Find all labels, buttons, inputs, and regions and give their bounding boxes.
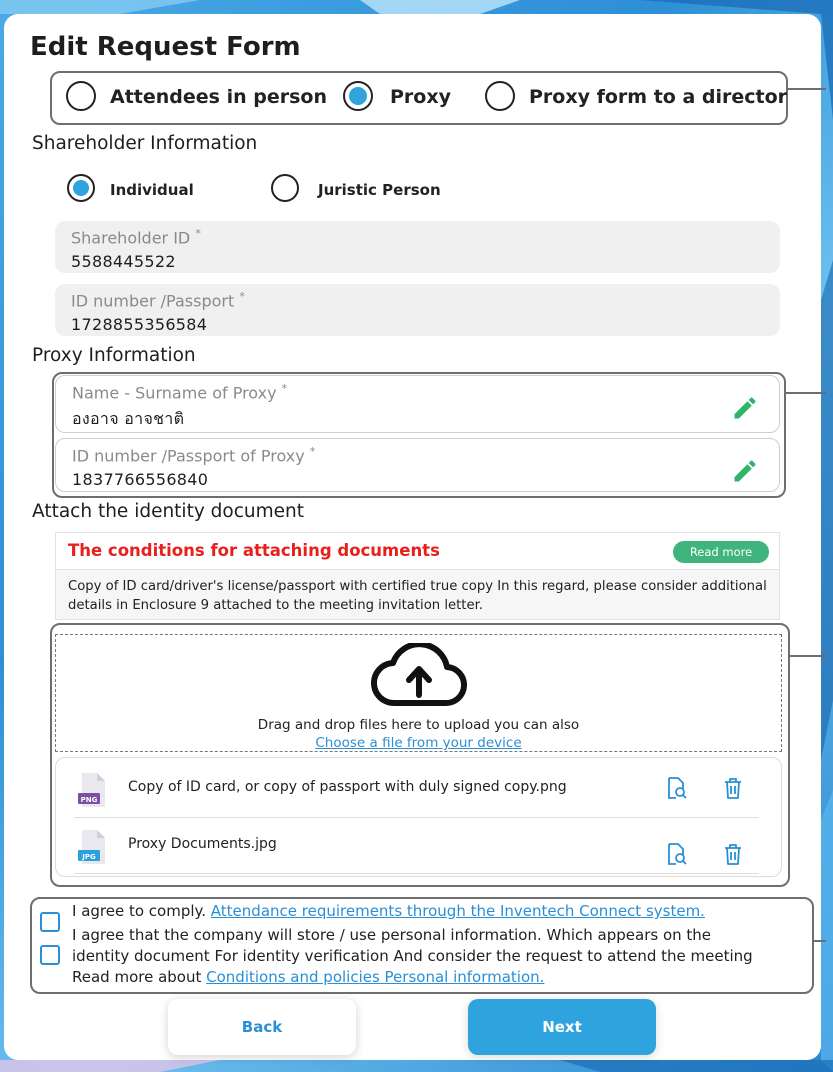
agree-personal-info-line3: Read more about Conditions and policies … (72, 968, 544, 986)
agree-personal-info-line1: I agree that the company will store / us… (72, 926, 712, 944)
radio-label-attendees-in-person[interactable]: Attendees in person (110, 86, 327, 108)
file-name: Proxy Documents.jpg (128, 836, 277, 852)
annotation-line (786, 88, 826, 90)
proxy-name-label: Name - Surname of Proxy (72, 383, 277, 403)
radio-juristic-person[interactable] (271, 174, 299, 202)
agree-requirements-label: I agree to comply. (72, 902, 211, 920)
agree-requirements-checkbox[interactable] (40, 912, 60, 932)
back-button[interactable]: Back (168, 999, 356, 1055)
proxy-name-field[interactable]: Name - Surname of Proxy * องอาจ อาจชาติ (55, 375, 780, 433)
preview-file-icon[interactable] (664, 776, 688, 800)
file-type-badge: JPG (81, 853, 96, 861)
file-drop-zone[interactable]: Drag and drop files here to upload you c… (55, 634, 782, 752)
agree-personal-info-checkbox[interactable] (40, 945, 60, 965)
file-row: PNG Copy of ID card, or copy of passport… (56, 761, 781, 817)
radio-label-proxy-form-to-director[interactable]: Proxy form to a director (529, 86, 787, 108)
proxy-id-label: ID number /Passport of Proxy (72, 446, 305, 466)
annotation-line (812, 940, 826, 942)
required-mark: * (239, 290, 245, 303)
read-more-about-label: Read more about (72, 968, 207, 986)
annotation-line (784, 392, 826, 394)
png-file-icon: PNG (78, 773, 105, 807)
proxy-id-field[interactable]: ID number /Passport of Proxy * 183776655… (55, 438, 780, 492)
delete-file-icon[interactable] (721, 842, 745, 866)
edit-pencil-icon[interactable] (731, 394, 759, 422)
conditions-panel: The conditions for attaching documents R… (55, 532, 780, 620)
proxy-name-value[interactable]: องอาจ อาจชาติ (72, 407, 184, 432)
agree-requirements-text: I agree to comply. Attendance requiremen… (72, 902, 705, 920)
radio-individual[interactable] (67, 174, 95, 202)
id-number-label: ID number /Passport (71, 291, 235, 311)
radio-label-proxy[interactable]: Proxy (390, 86, 451, 108)
id-number-field: ID number /Passport * 1728855356584 (55, 284, 780, 336)
annotation-line (788, 655, 826, 657)
page-title: Edit Request Form (30, 32, 301, 62)
agree-personal-info-line2: identity document For identity verificat… (72, 947, 753, 965)
drop-instructions: Drag and drop files here to upload you c… (257, 717, 580, 733)
radio-label-individual[interactable]: Individual (110, 181, 194, 199)
attendance-requirements-link[interactable]: Attendance requirements through the Inve… (211, 902, 705, 920)
attach-heading: Attach the identity document (32, 501, 304, 522)
delete-file-icon[interactable] (721, 776, 745, 800)
personal-info-policy-link[interactable]: Conditions and policies Personal informa… (206, 968, 544, 986)
file-row: JPG Proxy Documents.jpg (56, 818, 781, 874)
shareholder-id-field: Shareholder ID * 5588445522 (55, 221, 780, 273)
required-mark: * (281, 382, 288, 395)
radio-label-juristic-person[interactable]: Juristic Person (318, 181, 441, 199)
required-mark: * (309, 445, 316, 458)
read-more-button[interactable]: Read more (673, 541, 769, 563)
uploaded-file-list: PNG Copy of ID card, or copy of passport… (55, 757, 782, 877)
proxy-id-value[interactable]: 1837766556840 (72, 470, 208, 489)
shareholder-id-value: 5588445522 (71, 252, 176, 271)
id-number-value: 1728855356584 (71, 315, 208, 334)
radio-proxy[interactable] (343, 81, 373, 111)
conditions-text: Copy of ID card/driver's license/passpor… (68, 579, 767, 613)
shareholder-info-heading: Shareholder Information (32, 133, 258, 154)
next-button[interactable]: Next (468, 999, 656, 1055)
file-name: Copy of ID card, or copy of passport wit… (128, 779, 567, 795)
shareholder-id-label: Shareholder ID (71, 228, 191, 248)
required-mark: * (195, 227, 201, 240)
cloud-upload-icon (371, 643, 467, 707)
choose-file-link[interactable]: Choose a file from your device (56, 735, 781, 751)
conditions-title: The conditions for attaching documents (68, 541, 440, 560)
jpg-file-icon: JPG (78, 830, 105, 864)
proxy-info-heading: Proxy Information (32, 345, 196, 366)
radio-proxy-form-to-director[interactable] (485, 81, 515, 111)
preview-file-icon[interactable] (664, 842, 688, 866)
file-divider (74, 873, 759, 874)
edit-pencil-icon[interactable] (731, 457, 759, 485)
file-type-badge: PNG (81, 796, 98, 804)
radio-attendees-in-person[interactable] (66, 81, 96, 111)
